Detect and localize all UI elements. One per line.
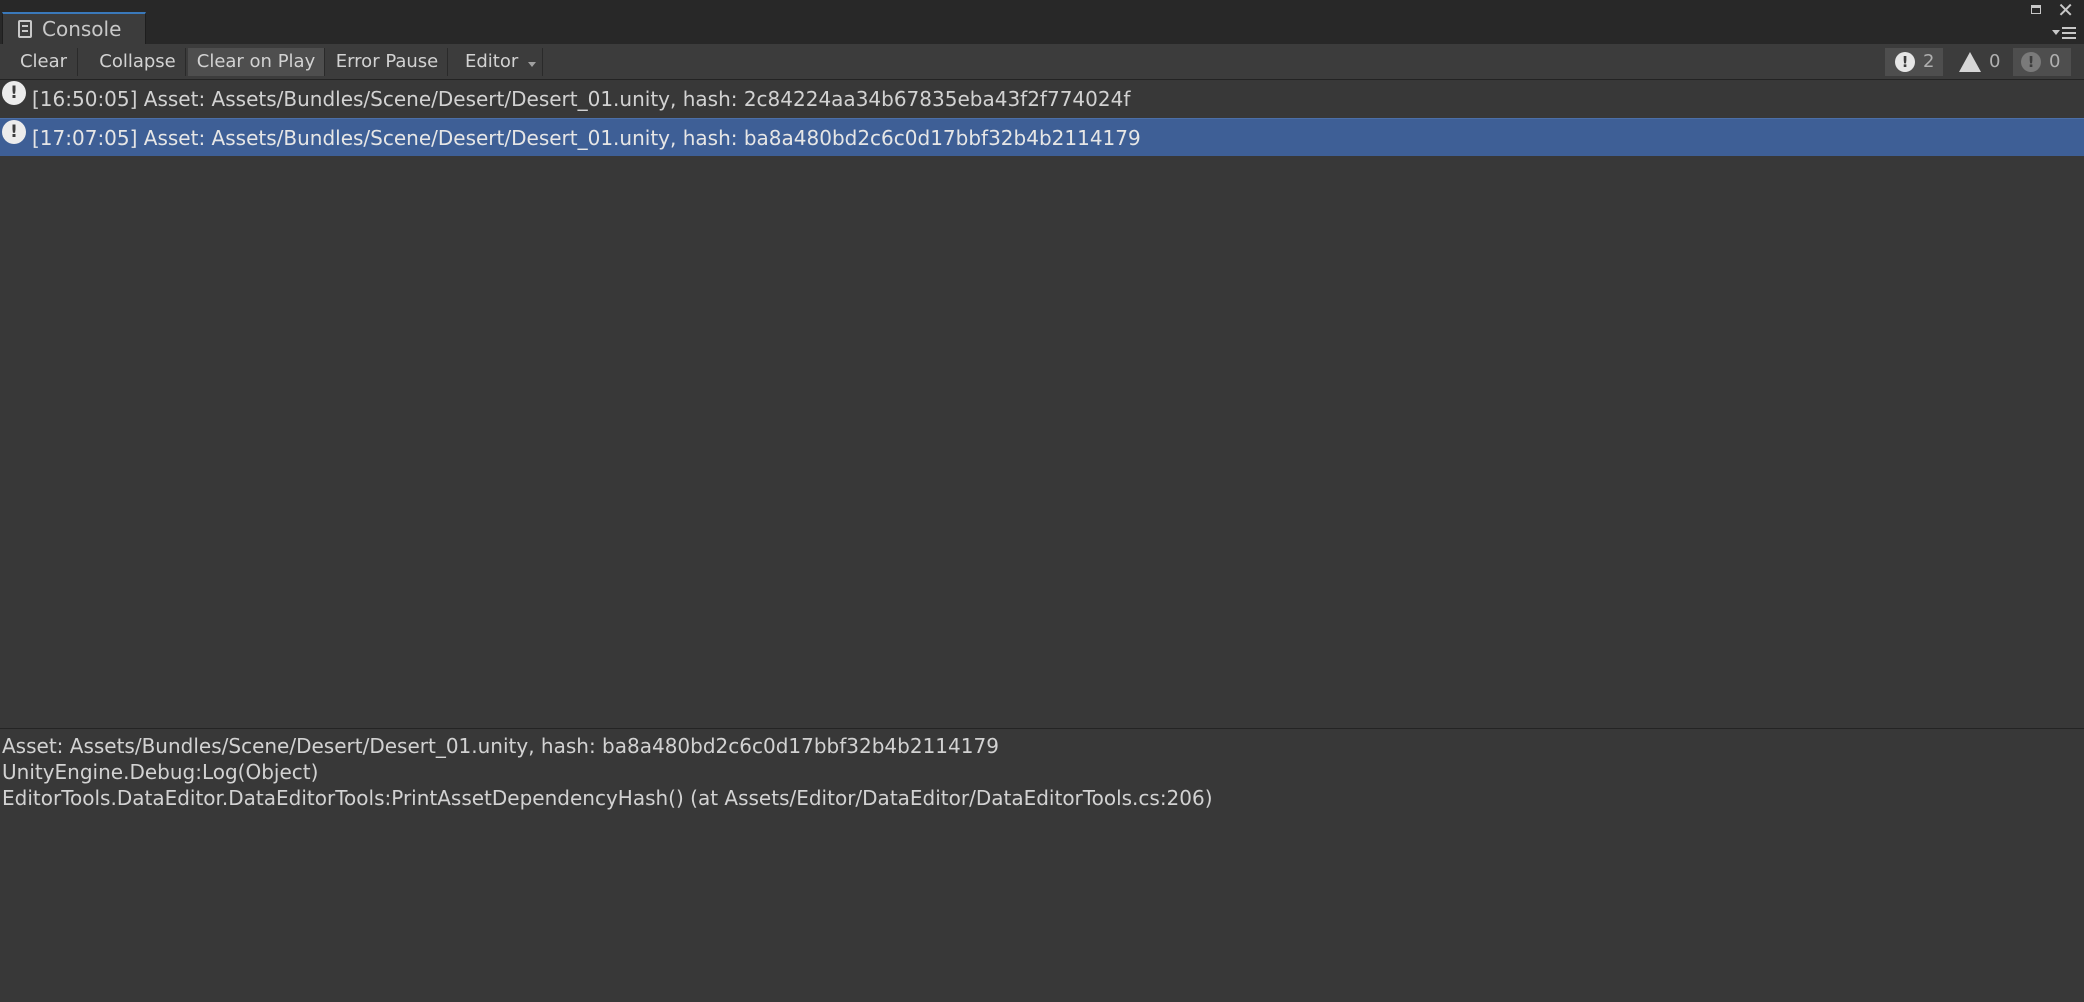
stack-trace-pane[interactable]: Asset: Assets/Bundles/Scene/Desert/Deser…: [0, 729, 2084, 1002]
editor-dropdown-label: Editor: [465, 51, 519, 72]
log-list[interactable]: ! [16:50:05] Asset: Assets/Bundles/Scene…: [0, 80, 2084, 728]
error-count-toggle[interactable]: ! 0: [2013, 48, 2071, 76]
maximize-icon[interactable]: [2031, 5, 2041, 14]
tab-title: Console: [42, 17, 122, 41]
clear-on-play-button[interactable]: Clear on Play: [188, 48, 325, 76]
editor-dropdown[interactable]: Editor: [455, 48, 543, 76]
console-toolbar: Clear Collapse Clear on Play Error Pause…: [0, 44, 2084, 80]
close-icon[interactable]: ✕: [2057, 0, 2074, 20]
error-icon: !: [2021, 52, 2041, 72]
console-icon: [18, 20, 32, 38]
chevron-down-icon: [528, 62, 536, 67]
error-pause-button[interactable]: Error Pause: [327, 48, 448, 76]
warning-count: 0: [1989, 51, 2001, 72]
log-entry-text: [16:50:05] Asset: Assets/Bundles/Scene/D…: [32, 87, 1131, 111]
detail-message: Asset: Assets/Bundles/Scene/Desert/Deser…: [2, 734, 999, 758]
log-entry-selected[interactable]: ! [17:07:05] Asset: Assets/Bundles/Scene…: [0, 118, 2084, 156]
tab-bar: Console ✕: [0, 0, 2084, 44]
console-window: Console ✕ Clear Collapse Clear on Play E…: [0, 0, 2084, 1002]
collapse-button[interactable]: Collapse: [90, 48, 186, 76]
info-icon: !: [2, 119, 26, 144]
log-count-toggle[interactable]: ! 2: [1885, 48, 1943, 76]
error-count: 0: [2049, 51, 2061, 72]
info-icon: !: [2, 81, 26, 105]
detail-stack-line[interactable]: EditorTools.DataEditor.DataEditorTools:P…: [2, 785, 2084, 811]
tab-console[interactable]: Console: [2, 12, 146, 44]
clear-button[interactable]: Clear: [10, 48, 78, 76]
log-entry[interactable]: ! [16:50:05] Asset: Assets/Bundles/Scene…: [0, 80, 2084, 118]
log-entry-text: [17:07:05] Asset: Assets/Bundles/Scene/D…: [32, 125, 1141, 150]
info-icon: !: [1895, 52, 1915, 72]
log-count: 2: [1923, 51, 1935, 72]
warning-icon: [1959, 52, 1981, 72]
detail-stack-line: UnityEngine.Debug:Log(Object): [2, 760, 319, 784]
warning-count-toggle[interactable]: 0: [1953, 48, 2005, 76]
context-menu-icon[interactable]: [2052, 27, 2076, 39]
